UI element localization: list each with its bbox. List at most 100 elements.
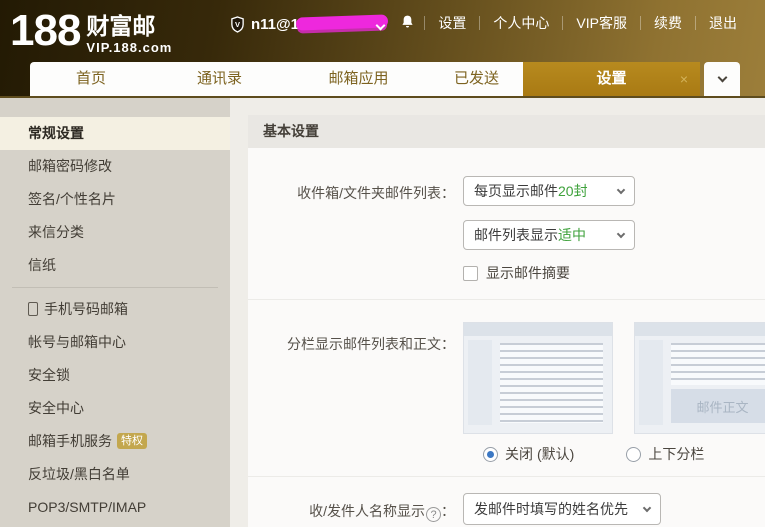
preview-mail-body: 邮件正文 bbox=[671, 389, 765, 423]
split-view-label: 分栏显示邮件列表和正文： bbox=[248, 322, 455, 464]
menu-personal-center[interactable]: 个人中心 bbox=[493, 13, 549, 33]
sidebar-item-label: 手机号码邮箱 bbox=[44, 301, 128, 317]
split-radio-row: 关闭 (默认) 上下分栏 bbox=[463, 444, 765, 464]
menu-vip-service[interactable]: VIP客服 bbox=[576, 13, 627, 33]
help-icon[interactable]: ? bbox=[426, 507, 441, 522]
sidebar-item-signature[interactable]: 签名/个性名片 bbox=[0, 183, 230, 216]
sidebar-item-pop3-smtp-imap[interactable]: POP3/SMTP/IMAP bbox=[0, 491, 230, 524]
tab-settings-label: 设置 bbox=[596, 70, 626, 87]
email-redaction bbox=[296, 14, 388, 30]
name-display-text: 收/发件人名称显示 bbox=[309, 503, 425, 519]
preview-toolbar bbox=[464, 323, 612, 336]
per-page-prefix: 每页显示邮件 bbox=[474, 183, 558, 199]
inbox-list-fields: 每页显示邮件20封 邮件列表显示适中 显示邮件摘要 bbox=[463, 176, 635, 283]
menu-settings[interactable]: 设置 bbox=[438, 13, 466, 33]
svg-text:V: V bbox=[235, 20, 240, 29]
sidebar-item-antispam[interactable]: 反垃圾/黑白名单 bbox=[0, 458, 230, 491]
brand-logo[interactable]: 188 财富邮 VIP.188.com bbox=[10, 8, 172, 55]
split-view-row: 分栏显示邮件列表和正文： 邮件正文 bbox=[248, 300, 765, 477]
preview-vertical-split[interactable]: 邮件正文 bbox=[634, 322, 765, 434]
menu-separator bbox=[424, 16, 425, 30]
top-header: 188 财富邮 VIP.188.com V n11@1 bbox=[0, 0, 765, 98]
chevron-down-icon bbox=[643, 503, 651, 511]
list-density-dropdown[interactable]: 邮件列表显示适中 bbox=[463, 220, 635, 250]
name-display-row: 收/发件人名称显示?： 发邮件时填写的姓名优先 bbox=[248, 477, 765, 527]
radio-split-label[interactable]: 上下分栏 bbox=[648, 444, 704, 464]
brand-number: 188 bbox=[10, 8, 80, 54]
mail-settings-page: 188 财富邮 VIP.188.com V n11@1 bbox=[0, 0, 765, 527]
tab-overflow-button[interactable] bbox=[704, 62, 740, 96]
sidebar-item-mobile-service[interactable]: 邮箱手机服务特权 bbox=[0, 425, 230, 458]
chevron-down-icon bbox=[617, 229, 625, 237]
section-title: 基本设置 bbox=[248, 115, 765, 148]
sidebar-item-general-settings[interactable]: 常规设置 bbox=[0, 117, 230, 150]
radio-off-default-suffix: (默认) bbox=[537, 444, 574, 464]
density-text: 邮件列表显示适中 bbox=[474, 225, 586, 245]
preview-folder-pane bbox=[468, 340, 492, 425]
per-page-value: 20封 bbox=[558, 183, 588, 199]
name-display-fields: 发邮件时填写的姓名优先 bbox=[463, 493, 661, 525]
brand-name: 财富邮 bbox=[86, 14, 172, 38]
per-page-dropdown[interactable]: 每页显示邮件20封 bbox=[463, 176, 635, 206]
settings-sidebar: 常规设置 邮箱密码修改 签名/个性名片 来信分类 信纸 手机号码邮箱 帐号与邮箱… bbox=[0, 98, 230, 527]
sidebar-item-security-lock[interactable]: 安全锁 bbox=[0, 359, 230, 392]
sidebar-item-security-center[interactable]: 安全中心 bbox=[0, 392, 230, 425]
tab-contacts[interactable]: 通讯录 bbox=[152, 62, 287, 96]
name-display-dropdown[interactable]: 发邮件时填写的姓名优先 bbox=[463, 493, 661, 525]
menu-separator bbox=[640, 16, 641, 30]
sidebar-item-account-center[interactable]: 帐号与邮箱中心 bbox=[0, 326, 230, 359]
sidebar-item-incoming-classification[interactable]: 来信分类 bbox=[0, 216, 230, 249]
preview-mail-list bbox=[671, 343, 765, 385]
sidebar-item-password-change[interactable]: 邮箱密码修改 bbox=[0, 150, 230, 183]
menu-logout[interactable]: 退出 bbox=[709, 13, 737, 33]
density-prefix: 邮件列表显示 bbox=[474, 227, 558, 243]
privilege-badge: 特权 bbox=[117, 433, 147, 449]
radio-group-off: 关闭 (默认) bbox=[483, 444, 574, 464]
settings-form: 收件箱/文件夹邮件列表： 每页显示邮件20封 邮件列表显示适中 显示邮件摘要 bbox=[248, 148, 765, 527]
tab-sent[interactable]: 已发送 bbox=[430, 62, 523, 96]
tab-bar: 首页 通讯录 邮箱应用 已发送 设置 × bbox=[30, 62, 740, 96]
sidebar-item-label: 邮箱手机服务 bbox=[28, 433, 112, 449]
tab-mail-apps[interactable]: 邮箱应用 bbox=[287, 62, 430, 96]
name-display-colon: ： bbox=[441, 503, 455, 519]
tab-settings-active[interactable]: 设置 × bbox=[523, 62, 700, 96]
menu-separator bbox=[479, 16, 480, 30]
sidebar-item-phone-number-mailbox[interactable]: 手机号码邮箱 bbox=[0, 293, 230, 326]
vip-shield-icon: V bbox=[230, 16, 245, 33]
name-display-label: 收/发件人名称显示?： bbox=[248, 493, 455, 525]
radio-off-label[interactable]: 关闭 bbox=[505, 444, 533, 464]
radio-off[interactable] bbox=[483, 447, 498, 462]
user-email: n11@1 bbox=[251, 16, 299, 33]
chevron-down-icon bbox=[617, 185, 625, 193]
inbox-list-label: 收件箱/文件夹邮件列表： bbox=[248, 176, 455, 283]
show-summary-checkbox[interactable] bbox=[463, 266, 478, 281]
preview-mail-list bbox=[500, 343, 603, 423]
menu-separator bbox=[695, 16, 696, 30]
menu-separator bbox=[562, 16, 563, 30]
sidebar-item-stationery[interactable]: 信纸 bbox=[0, 249, 230, 282]
top-menu: 设置 个人中心 VIP客服 续费 退出 bbox=[411, 13, 737, 33]
density-value: 适中 bbox=[558, 227, 586, 243]
phone-icon bbox=[28, 302, 38, 316]
user-account-area[interactable]: V n11@1 bbox=[230, 14, 415, 35]
brand-domain: VIP.188.com bbox=[86, 40, 172, 55]
show-summary-label[interactable]: 显示邮件摘要 bbox=[486, 263, 570, 283]
radio-vertical-split[interactable] bbox=[626, 447, 641, 462]
preview-no-split[interactable] bbox=[463, 322, 613, 434]
summary-checkbox-row: 显示邮件摘要 bbox=[463, 263, 635, 283]
name-display-value: 发邮件时填写的姓名优先 bbox=[474, 499, 628, 519]
preview-toolbar bbox=[635, 323, 765, 336]
tab-home[interactable]: 首页 bbox=[30, 62, 152, 96]
menu-renew[interactable]: 续费 bbox=[654, 13, 682, 33]
brand-stack: 财富邮 VIP.188.com bbox=[86, 8, 172, 55]
tab-close-icon[interactable]: × bbox=[680, 62, 688, 96]
split-previews: 邮件正文 bbox=[463, 322, 765, 434]
sidebar-divider bbox=[12, 287, 218, 288]
preview-folder-pane bbox=[639, 340, 663, 425]
per-page-text: 每页显示邮件20封 bbox=[474, 181, 588, 201]
settings-main: 基本设置 收件箱/文件夹邮件列表： 每页显示邮件20封 邮件列表显示适中 bbox=[248, 115, 765, 527]
radio-group-split: 上下分栏 bbox=[626, 444, 704, 464]
chevron-down-icon bbox=[717, 73, 727, 83]
split-view-fields: 邮件正文 关闭 (默认) 上下分栏 bbox=[463, 322, 765, 464]
inbox-list-row: 收件箱/文件夹邮件列表： 每页显示邮件20封 邮件列表显示适中 显示邮件摘要 bbox=[248, 148, 765, 300]
